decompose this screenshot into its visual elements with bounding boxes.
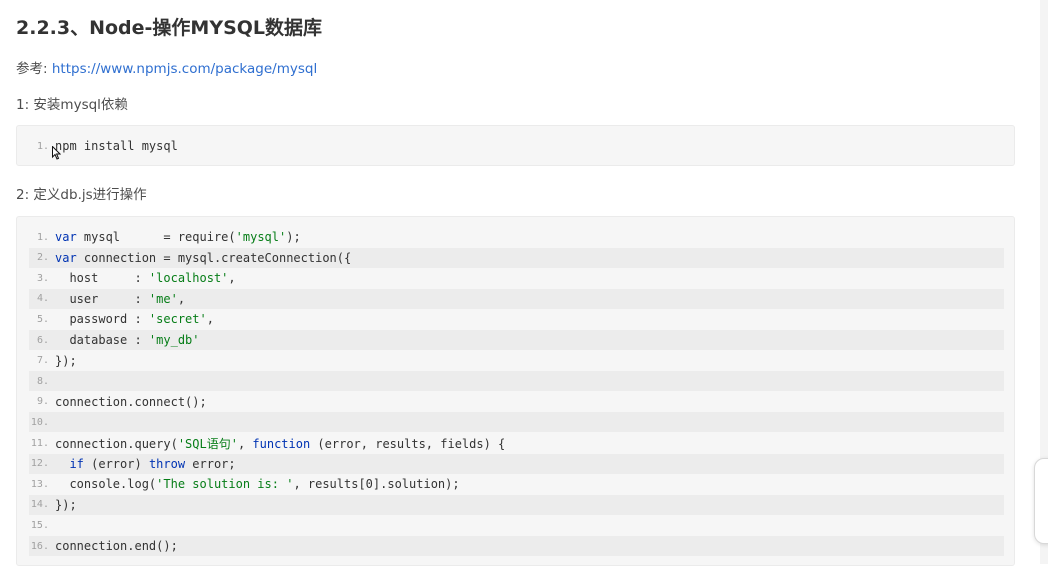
code-line: 7. }); [29, 351, 1004, 371]
code-token: 'me' [148, 291, 178, 306]
line-number: 15. [30, 519, 55, 531]
code-token: , [237, 436, 253, 451]
code-block-install[interactable]: 1. npm install mysql [16, 125, 1015, 166]
line-number: 4. [36, 293, 55, 305]
line-number: 11. [30, 437, 55, 449]
code-text: password : 'secret', [55, 312, 214, 326]
code-token: connection.end(); [55, 539, 178, 553]
code-text: user : 'me', [55, 292, 185, 306]
code-line: 1. npm install mysql [29, 136, 1004, 156]
line-number: 1. [36, 231, 55, 243]
reference-label: 参考: [16, 61, 48, 77]
code-token: 'mysql' [235, 230, 287, 244]
code-line: 12. if (error) throw error; [29, 453, 1004, 474]
code-token: if [69, 456, 84, 471]
code-token: (error, results, fields) { [310, 436, 506, 451]
code-token: (error) [83, 456, 149, 471]
code-token: npm install mysql [55, 139, 178, 153]
code-token: ); [286, 230, 301, 244]
code-line: 13. console.log('The solution is: ', res… [29, 474, 1004, 494]
floating-side-widget[interactable] [1034, 458, 1048, 544]
code-token: }); [55, 497, 77, 512]
section-heading: 2.2.3、Node-操作MYSQL数据库 [16, 17, 323, 39]
code-token: 'secret' [148, 312, 207, 327]
code-text: connection.end(); [55, 539, 178, 553]
code-line: 10. [29, 412, 1004, 433]
code-line: 2. var connection = mysql.createConnecti… [29, 247, 1004, 268]
code-line: 1. var mysql = require('mysql'); [29, 227, 1004, 247]
code-line: 11. connection.query('SQL语句', function (… [29, 433, 1004, 453]
code-line: 9. connection.connect(); [29, 392, 1004, 412]
code-text: var connection = mysql.createConnection(… [55, 251, 351, 265]
npm-mysql-link[interactable]: https://www.npmjs.com/package/mysql [52, 61, 317, 77]
code-token: , [228, 271, 236, 286]
code-text: var mysql = require('mysql'); [55, 230, 301, 244]
line-number: 13. [30, 478, 55, 490]
code-token: , [206, 312, 214, 327]
line-number: 5. [36, 313, 55, 325]
code-token: }); [55, 353, 77, 368]
code-text: connection.connect(); [55, 395, 207, 409]
code-token: , [177, 291, 186, 306]
code-text: host : 'localhost', [55, 271, 236, 286]
step-2-text: 2: 定义db.js进行操作 [16, 187, 147, 203]
code-token: password : [55, 312, 149, 327]
code-line: 14. }); [29, 494, 1004, 515]
step-1-text: 1: 安装mysql依赖 [16, 97, 128, 113]
code-line: 4. user : 'me', [29, 288, 1004, 309]
code-block-db-js[interactable]: 1. var mysql = require('mysql'); 2. var c… [16, 216, 1015, 566]
code-token: function [252, 436, 311, 451]
line-number: 14. [30, 499, 55, 511]
code-line: 8. [29, 371, 1004, 392]
code-text: }); [55, 498, 77, 512]
line-number: 16. [30, 540, 55, 552]
code-token: host : [55, 271, 149, 286]
code-token: console.log( [55, 477, 157, 492]
code-token: 'my_db' [148, 333, 200, 347]
code-token: 'SQL语句' [177, 436, 238, 451]
code-token: connection.connect(); [55, 394, 207, 409]
line-number: 6. [36, 334, 55, 346]
code-token: var [55, 230, 77, 244]
code-text: console.log('The solution is: ', results… [55, 477, 460, 492]
code-text: database : 'my_db' [55, 333, 200, 347]
code-token: 'The solution is: ' [156, 477, 294, 492]
code-token: 'localhost' [148, 271, 229, 286]
code-line: 6. database : 'my_db' [29, 330, 1004, 350]
code-line: 3. host : 'localhost', [29, 268, 1004, 288]
code-text: }); [55, 354, 77, 368]
code-token: database : [55, 333, 149, 347]
line-number: 12. [30, 458, 55, 470]
code-token: error; [185, 456, 236, 471]
code-text: npm install mysql [55, 139, 178, 153]
code-token: connection.query( [55, 436, 178, 451]
line-number: 8. [36, 375, 55, 387]
line-number: 7. [36, 355, 55, 367]
line-number: 9. [36, 396, 55, 408]
line-number: 10. [30, 416, 55, 428]
code-line: 5. password : 'secret', [29, 309, 1004, 329]
code-token: var [55, 250, 77, 265]
code-text: connection.query('SQL语句', function (erro… [55, 435, 505, 452]
reference-line: 参考: https://www.npmjs.com/package/mysql [16, 57, 317, 77]
code-token: throw [148, 456, 186, 471]
code-line: 16. connection.end(); [29, 536, 1004, 556]
code-token: connection = mysql.createConnection({ [76, 250, 352, 265]
code-token: mysql = require( [76, 230, 236, 244]
code-text: if (error) throw error; [55, 456, 236, 471]
code-token: user : [55, 291, 149, 306]
line-number: 2. [36, 252, 55, 264]
mouse-pointer-icon [52, 146, 61, 160]
line-number: 3. [36, 272, 55, 284]
code-line: 15. [29, 515, 1004, 535]
code-token: , results[0].solution); [293, 477, 460, 492]
